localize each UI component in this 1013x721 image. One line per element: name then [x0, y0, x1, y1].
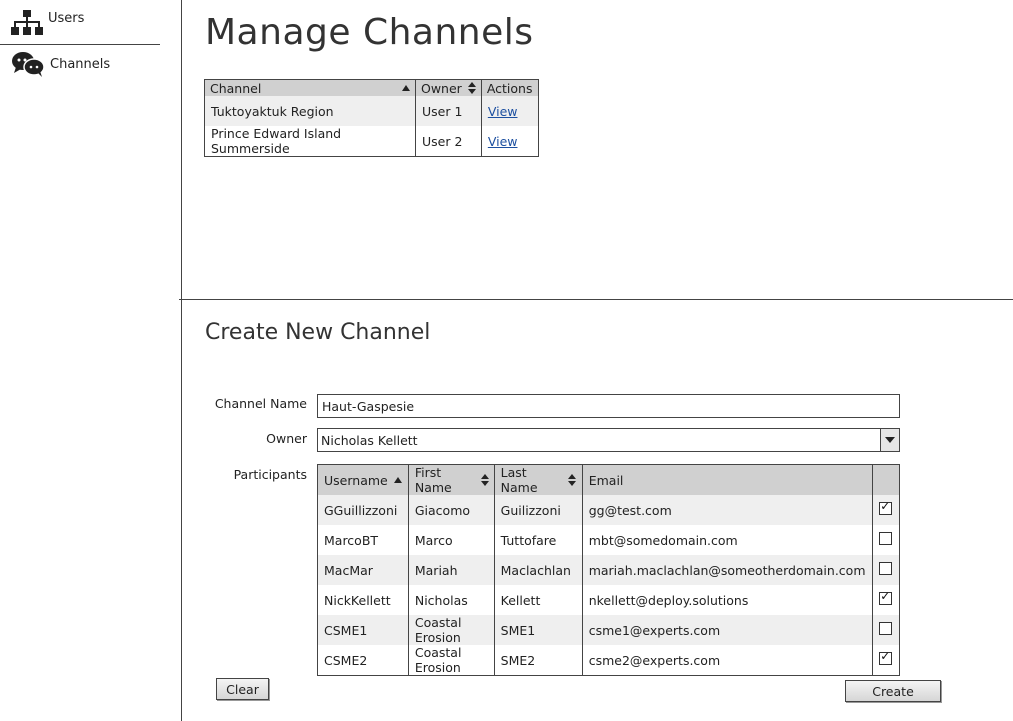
select-cell	[872, 585, 900, 615]
last-name-cell: Maclachlan	[494, 555, 583, 585]
participant-checkbox[interactable]	[879, 562, 893, 575]
channel-name-label: Channel Name	[214, 396, 307, 411]
table-row: NickKellett Nicholas Kellett nkellett@deplo…	[317, 585, 900, 615]
participant-checkbox[interactable]	[879, 649, 893, 665]
username-cell: CSME2	[317, 645, 409, 676]
column-header-select	[872, 464, 900, 495]
org-chart-icon	[10, 8, 44, 42]
username-cell: MacMar	[317, 555, 409, 585]
actions-cell: View	[481, 126, 538, 157]
actions-cell: View	[481, 96, 538, 126]
email-cell: csme2@experts.com	[582, 645, 873, 676]
table-row: CSME1 Coastal Erosion SME1 csme1@experts.co…	[317, 615, 900, 645]
sidebar-divider	[0, 44, 160, 45]
select-cell	[872, 645, 900, 676]
channel-cell: Tuktoyaktuk Region	[204, 96, 416, 126]
first-name-cell: Nicholas	[408, 585, 495, 615]
owner-selected-value: Nicholas Kellett	[321, 433, 418, 448]
table-row: Prince Edward Island Summerside User 2 V…	[204, 126, 539, 157]
create-button[interactable]: Create	[845, 680, 941, 702]
chevron-down-icon[interactable]	[880, 429, 899, 451]
first-name-cell: Marco	[408, 525, 495, 555]
username-cell: GGuillizzoni	[317, 495, 409, 525]
sort-icon	[467, 82, 476, 94]
column-header-email[interactable]: Email	[582, 464, 873, 495]
participant-checkbox[interactable]	[879, 622, 893, 635]
sidebar-item-users[interactable]: Users	[10, 8, 84, 42]
owner-select[interactable]: Nicholas Kellett	[317, 428, 900, 452]
owner-cell: User 1	[415, 96, 482, 126]
column-header-last-name[interactable]: Last Name	[494, 464, 583, 495]
section-divider	[179, 299, 1013, 300]
clear-button[interactable]: Clear	[216, 678, 269, 700]
table-row: GGuillizzoni Giacomo Guilizzoni gg@test.com	[317, 495, 900, 525]
table-row: Tuktoyaktuk Region User 1 View	[204, 96, 538, 126]
last-name-cell: Guilizzoni	[494, 495, 583, 525]
column-header-actions: Actions	[481, 79, 538, 96]
table-row: CSME2 Coastal Erosion SME2 csme2@experts.co…	[317, 645, 900, 676]
select-cell	[872, 615, 900, 645]
column-header-owner[interactable]: Owner	[415, 79, 482, 96]
email-cell: mariah.maclachlan@someotherdomain.com	[582, 555, 873, 585]
email-cell: mbt@somedomain.com	[582, 525, 873, 555]
first-name-cell: Coastal Erosion	[408, 645, 495, 676]
first-name-cell: Giacomo	[408, 495, 495, 525]
owner-label: Owner	[266, 431, 307, 446]
sidebar-item-label: Channels	[50, 56, 111, 72]
view-link[interactable]: View	[488, 134, 518, 149]
sort-icon	[480, 474, 489, 486]
column-header-username[interactable]: Username	[317, 464, 409, 495]
last-name-cell: Kellett	[494, 585, 583, 615]
email-cell: gg@test.com	[582, 495, 873, 525]
sort-ascending-icon	[393, 477, 402, 483]
participant-checkbox[interactable]	[879, 532, 893, 545]
participants-table: Username First Name Last Name Email GGui…	[317, 464, 900, 676]
channel-cell: Prince Edward Island Summerside	[204, 126, 416, 157]
select-cell	[872, 495, 900, 525]
email-cell: nkellett@deploy.solutions	[582, 585, 873, 615]
sidebar-item-channels[interactable]: Channels	[10, 50, 110, 82]
participants-label: Participants	[233, 467, 307, 482]
last-name-cell: Tuttofare	[494, 525, 583, 555]
table-row: MarcoBT Marco Tuttofare mbt@somedomain.com	[317, 525, 900, 555]
first-name-cell: Coastal Erosion	[408, 615, 495, 645]
participant-checkbox[interactable]	[879, 499, 893, 515]
channels-table: Channel Owner Actions Tuktoyaktuk Region…	[204, 79, 539, 157]
sort-ascending-icon	[402, 85, 410, 91]
username-cell: CSME1	[317, 615, 409, 645]
email-cell: csme1@experts.com	[582, 615, 873, 645]
username-cell: MarcoBT	[317, 525, 409, 555]
channel-name-input[interactable]	[317, 394, 900, 418]
sidebar: Users Channels	[0, 0, 182, 721]
first-name-cell: Mariah	[408, 555, 495, 585]
select-cell	[872, 525, 900, 555]
section-title: Create New Channel	[205, 320, 431, 345]
view-link[interactable]: View	[488, 104, 518, 119]
sidebar-item-label: Users	[48, 10, 85, 26]
owner-cell: User 2	[415, 126, 482, 157]
sort-icon	[568, 474, 577, 486]
table-row: MacMar Mariah Maclachlan mariah.maclachlan@…	[317, 555, 900, 585]
chat-bubbles-icon	[10, 50, 46, 82]
username-cell: NickKellett	[317, 585, 409, 615]
last-name-cell: SME1	[494, 615, 583, 645]
select-cell	[872, 555, 900, 585]
last-name-cell: SME2	[494, 645, 583, 676]
column-header-first-name[interactable]: First Name	[408, 464, 495, 495]
column-header-channel[interactable]: Channel	[204, 79, 416, 96]
page-title: Manage Channels	[205, 12, 534, 53]
participant-checkbox[interactable]	[879, 589, 893, 605]
